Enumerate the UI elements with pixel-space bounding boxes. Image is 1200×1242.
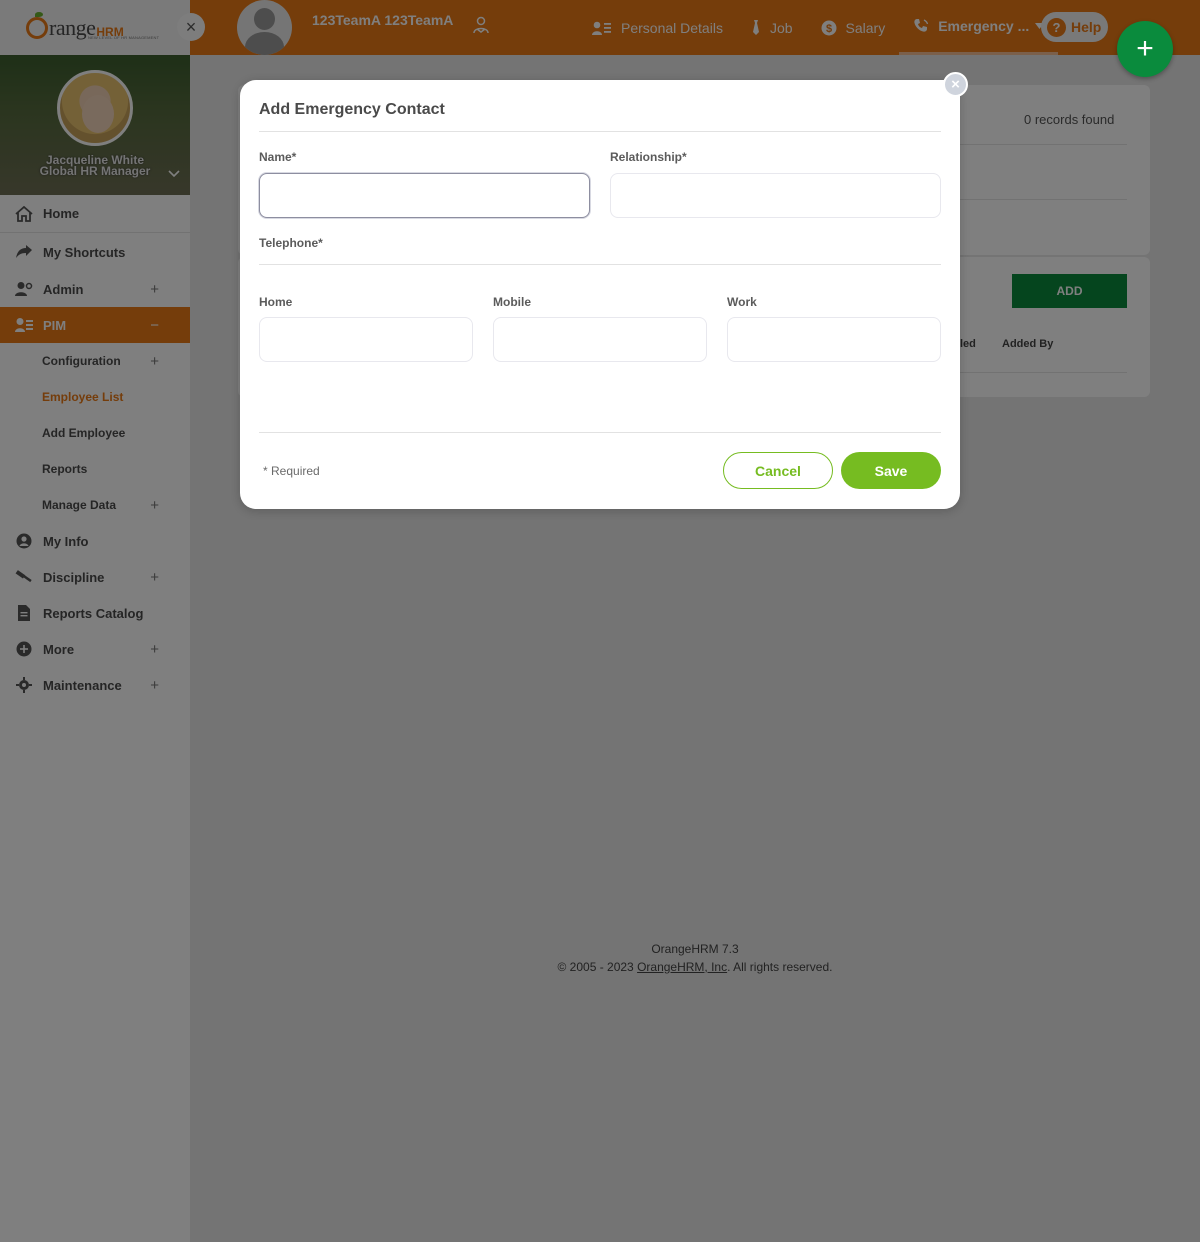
close-icon[interactable]: × [943, 72, 968, 97]
divider [259, 264, 941, 265]
divider [259, 432, 941, 433]
home-phone-label: Home [259, 295, 293, 309]
required-note: * Required [263, 464, 320, 478]
name-label: Name* [259, 150, 297, 164]
mobile-phone-input[interactable] [493, 317, 707, 362]
name-input[interactable] [259, 173, 590, 218]
relationship-input[interactable] [610, 173, 941, 218]
relationship-label: Relationship* [610, 150, 687, 164]
divider [259, 131, 941, 132]
work-phone-label: Work [727, 295, 757, 309]
mobile-phone-label: Mobile [493, 295, 531, 309]
telephone-section-label: Telephone* [259, 236, 323, 250]
add-emergency-contact-dialog: × Add Emergency Contact Name* Relationsh… [240, 72, 968, 509]
save-button[interactable]: Save [841, 452, 941, 489]
cancel-button[interactable]: Cancel [723, 452, 833, 489]
home-phone-input[interactable] [259, 317, 473, 362]
work-phone-input[interactable] [727, 317, 941, 362]
dialog-title: Add Emergency Contact [259, 101, 445, 118]
floating-add-button[interactable]: + [1117, 21, 1173, 77]
